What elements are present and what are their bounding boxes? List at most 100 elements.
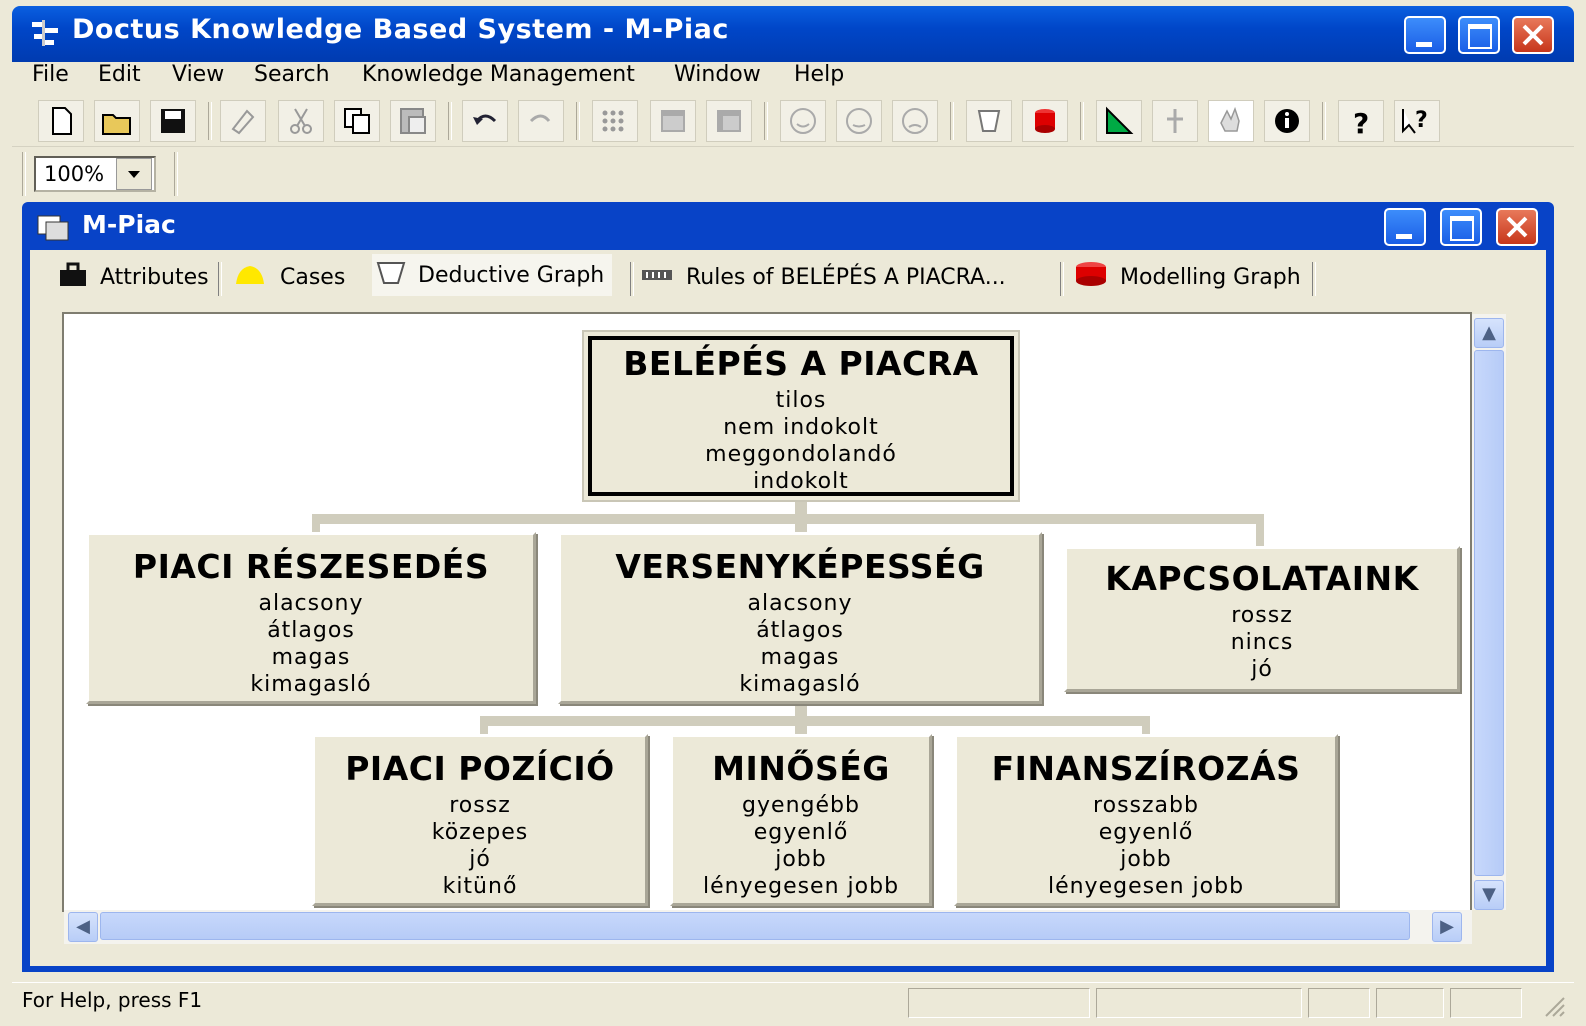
eraser-icon[interactable] <box>220 100 266 142</box>
smiley-sad-icon[interactable] <box>892 100 938 142</box>
status-text: For Help, press F1 <box>22 988 203 1012</box>
node-value: tilos <box>775 388 827 413</box>
connector <box>1142 716 1150 734</box>
close-button[interactable] <box>1512 16 1554 54</box>
child-maximize-button[interactable] <box>1440 208 1482 246</box>
status-panel <box>1308 988 1370 1018</box>
cylinder-icon <box>1072 259 1110 295</box>
node-title: VERSENYKÉPESSÉG <box>615 547 985 586</box>
node-value: jobb <box>1120 847 1172 872</box>
tab-rules[interactable]: Rules of BELÉPÉS A PIACRA... <box>640 258 1006 296</box>
menu-knowledge-management[interactable]: Knowledge Management <box>362 62 635 87</box>
menu-search[interactable]: Search <box>254 62 330 87</box>
help-icon[interactable]: ? <box>1338 100 1384 142</box>
svg-text:?: ? <box>1415 108 1428 133</box>
scroll-left-icon[interactable]: ◀ <box>68 912 98 942</box>
new-file-icon[interactable] <box>38 100 84 142</box>
copy-icon[interactable] <box>334 100 380 142</box>
connector <box>312 514 320 534</box>
grid-table2-icon[interactable] <box>706 100 752 142</box>
grid-table-icon[interactable] <box>650 100 696 142</box>
status-panel <box>908 988 1090 1018</box>
undo-icon[interactable] <box>462 100 508 142</box>
graph-node-minoseg[interactable]: MINŐSÉG gyengébb egyenlő jobb lényegesen… <box>670 734 932 906</box>
triangle-icon[interactable] <box>1096 100 1142 142</box>
node-value: lényegesen jobb <box>1047 874 1245 899</box>
menu-file[interactable]: File <box>32 62 69 87</box>
cut-icon[interactable] <box>278 100 324 142</box>
tab-modelling-graph[interactable]: Modelling Graph <box>1072 258 1301 296</box>
app-title: Doctus Knowledge Based System - M-Piac <box>72 14 729 45</box>
node-value: egyenlő <box>1098 820 1194 845</box>
context-help-icon[interactable]: ? <box>1394 100 1440 142</box>
menu-window[interactable]: Window <box>674 62 761 87</box>
hand-icon[interactable] <box>1208 100 1254 142</box>
child-close-button[interactable] <box>1496 208 1538 246</box>
bag-icon <box>56 260 92 294</box>
connector <box>480 716 488 734</box>
child-window-title: M-Piac <box>82 210 176 239</box>
cup-icon <box>372 257 412 293</box>
open-folder-icon[interactable] <box>94 100 140 142</box>
pin-icon[interactable] <box>1152 100 1198 142</box>
node-value: rosszabb <box>1093 793 1199 818</box>
app-icon <box>30 18 62 48</box>
graph-node-piaci-reszesedes[interactable]: PIACI RÉSZESEDÉS alacsony átlagos magas … <box>86 532 536 704</box>
scroll-up-icon[interactable]: ▲ <box>1474 318 1504 348</box>
graph-node-kapcsolataink[interactable]: KAPCSOLATAINK rossz nincs jó <box>1064 546 1460 692</box>
vertical-scroll-thumb[interactable] <box>1474 350 1504 876</box>
horizontal-scroll-thumb[interactable] <box>100 912 1410 940</box>
graph-node-root[interactable]: BELÉPÉS A PIACRA tilos nem indokolt megg… <box>584 332 1018 500</box>
chevron-down-icon[interactable] <box>116 158 152 190</box>
tab-cases[interactable]: Cases <box>230 258 345 296</box>
connector <box>480 716 1150 726</box>
node-value: átlagos <box>756 618 844 643</box>
menu-view[interactable]: View <box>172 62 224 87</box>
grid-dots-icon[interactable] <box>592 100 638 142</box>
node-value: egyenlő <box>753 820 849 845</box>
node-title: MINŐSÉG <box>712 749 890 788</box>
node-value: magas <box>760 645 840 670</box>
smiley-neutral-icon[interactable] <box>836 100 882 142</box>
info-icon[interactable] <box>1264 100 1310 142</box>
document-icon <box>36 212 72 242</box>
menu-edit[interactable]: Edit <box>98 62 141 87</box>
maximize-button[interactable] <box>1458 16 1500 54</box>
node-value: rossz <box>449 793 511 818</box>
smiley-icon[interactable] <box>780 100 826 142</box>
bell-icon <box>230 260 270 294</box>
status-panel <box>1096 988 1302 1018</box>
tab-label: Cases <box>280 264 346 290</box>
node-title: FINANSZÍROZÁS <box>991 749 1301 788</box>
menu-help[interactable]: Help <box>794 62 844 87</box>
graph-node-finanszirozas[interactable]: FINANSZÍROZÁS rosszabb egyenlő jobb lény… <box>954 734 1338 906</box>
scroll-down-icon[interactable]: ▼ <box>1474 880 1504 910</box>
node-value: kitünő <box>442 874 518 899</box>
connector <box>312 514 1264 524</box>
node-title: BELÉPÉS A PIACRA <box>623 344 979 383</box>
save-icon[interactable] <box>150 100 196 142</box>
node-title: PIACI RÉSZESEDÉS <box>132 547 490 586</box>
paste-icon[interactable] <box>390 100 436 142</box>
node-title: KAPCSOLATAINK <box>1105 559 1419 598</box>
node-value: alacsony <box>747 591 853 616</box>
zoom-value: 100% <box>44 162 105 186</box>
status-panel <box>1450 988 1522 1018</box>
scroll-right-icon[interactable]: ▶ <box>1432 912 1462 942</box>
resize-grip-icon[interactable] <box>1540 992 1566 1018</box>
tab-attributes[interactable]: Attributes <box>56 258 209 296</box>
redo-icon[interactable] <box>518 100 564 142</box>
graph-node-versenykepesseg[interactable]: VERSENYKÉPESSÉG alacsony átlagos magas k… <box>558 532 1042 704</box>
node-value: alacsony <box>258 591 364 616</box>
modelling-graph-icon[interactable] <box>1022 100 1068 142</box>
zoom-bar <box>12 148 1574 200</box>
child-minimize-button[interactable] <box>1384 208 1426 246</box>
deductive-graph-icon[interactable] <box>966 100 1012 142</box>
graph-node-piaci-pozicio[interactable]: PIACI POZÍCIÓ rossz közepes jó kitünő <box>312 734 648 906</box>
tab-deductive-graph[interactable]: Deductive Graph <box>372 254 613 296</box>
minimize-button[interactable] <box>1404 16 1446 54</box>
node-value: átlagos <box>267 618 355 643</box>
node-value: kimagasló <box>739 672 861 697</box>
node-value: indokolt <box>753 469 849 494</box>
tab-label: Attributes <box>100 264 209 290</box>
